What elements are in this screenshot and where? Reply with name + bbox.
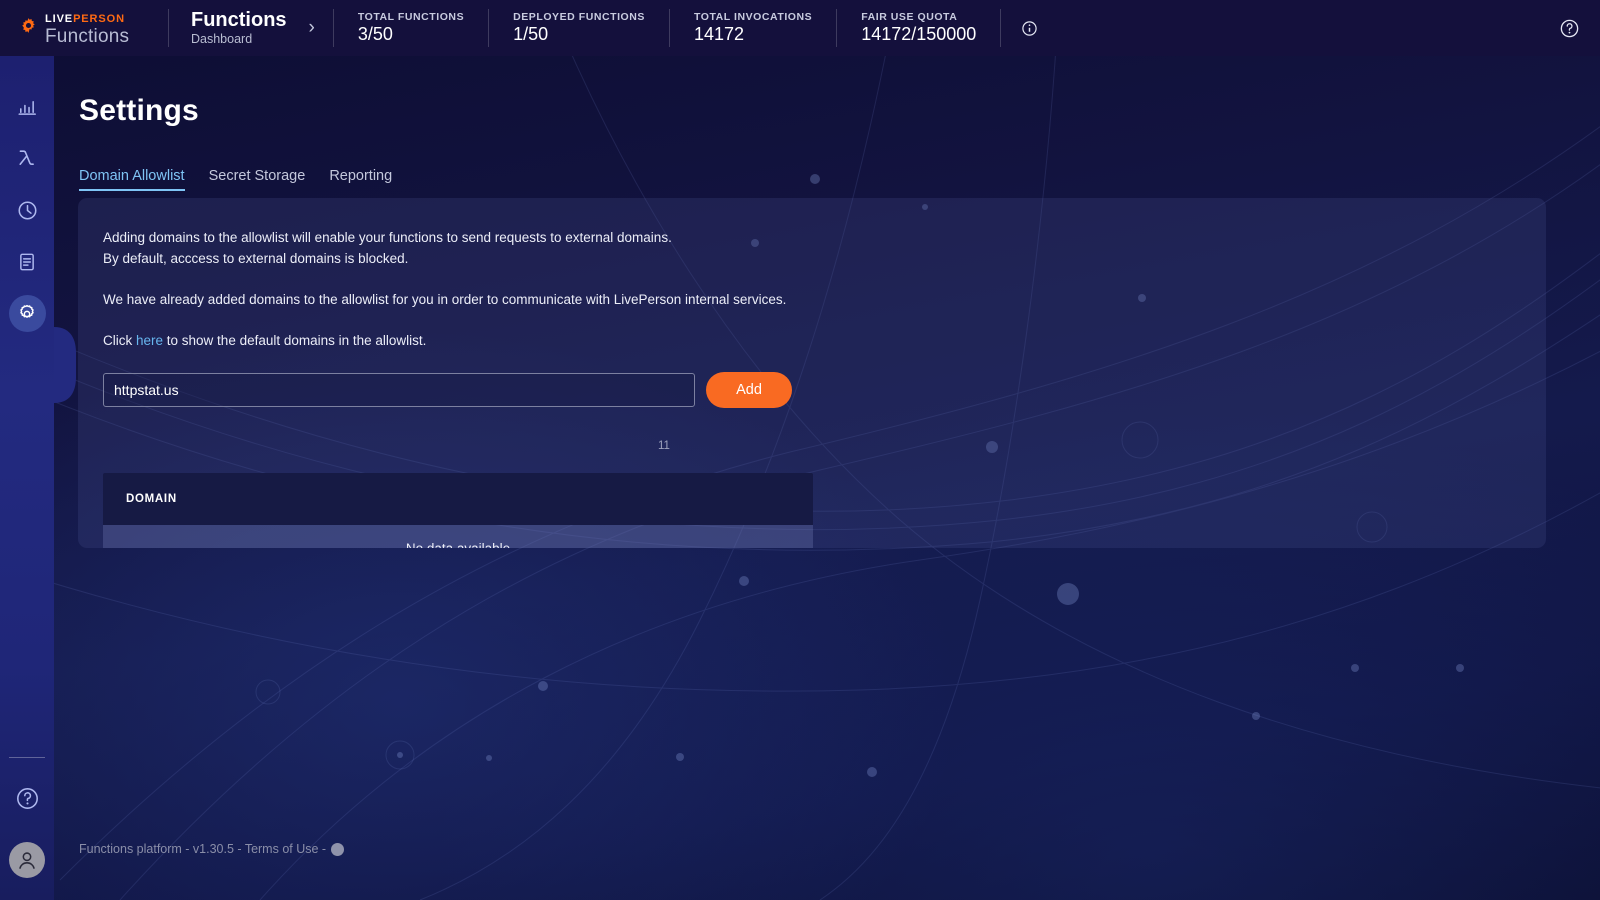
app-root: LIVEPERSON Functions Functions Dashboard…	[0, 0, 1600, 900]
sidebar-item-logs[interactable]	[0, 236, 54, 288]
brand-live-text: LIVE	[45, 13, 74, 25]
breadcrumb[interactable]: Functions Dashboard	[169, 9, 309, 46]
brand-logo[interactable]: LIVEPERSON Functions	[0, 10, 168, 46]
page-title: Settings	[79, 94, 199, 127]
character-counter: 11	[658, 440, 670, 452]
sidebar-item-help[interactable]	[0, 786, 54, 816]
add-domain-button[interactable]: Add	[706, 371, 792, 408]
brand-gear-icon	[20, 17, 37, 39]
top-bar: LIVEPERSON Functions Functions Dashboard…	[0, 0, 1600, 56]
stat-label: TOTAL FUNCTIONS	[357, 10, 465, 23]
brand-person-text: PERSON	[73, 13, 125, 25]
document-icon	[16, 251, 38, 273]
click-prefix-text: Click	[103, 332, 136, 348]
divider	[9, 757, 45, 758]
footer: Functions platform - v1.30.5 - Terms of …	[79, 842, 345, 856]
stat-label: TOTAL INVOCATIONS	[693, 10, 813, 23]
stat-fair-use-quota: FAIR USE QUOTA 14172/150000	[837, 11, 1000, 46]
clock-icon	[16, 199, 39, 222]
divider	[1000, 9, 1002, 47]
lambda-icon	[15, 146, 39, 170]
tab-domain-allowlist[interactable]: Domain Allowlist	[79, 168, 185, 191]
stat-label: DEPLOYED FUNCTIONS	[513, 10, 645, 23]
sidebar	[0, 56, 76, 900]
breadcrumb-title: Functions	[191, 9, 287, 32]
domain-table: DOMAIN No data available	[103, 473, 813, 548]
allowlist-internal-services-note: We have already added domains to the all…	[103, 291, 787, 307]
add-domain-row: Add	[103, 371, 1546, 408]
sidebar-item-history[interactable]	[0, 184, 54, 236]
stat-value: 3/50	[357, 23, 393, 44]
column-header-domain: DOMAIN	[126, 493, 177, 505]
footer-avatar-icon	[331, 842, 345, 856]
stat-total-functions: TOTAL FUNCTIONS 3/50	[334, 11, 488, 46]
allowlist-show-defaults-line: Click here to show the default domains i…	[103, 331, 1546, 352]
stat-value: 1/50	[513, 23, 549, 44]
sidebar-bottom	[0, 757, 54, 878]
tab-bar: Domain Allowlist Secret Storage Reportin…	[79, 168, 392, 191]
stat-total-invocations: TOTAL INVOCATIONS 14172	[670, 11, 836, 46]
footer-text: Functions platform - v1.30.5 - Terms of …	[79, 842, 327, 856]
domain-input[interactable]	[103, 372, 695, 407]
avatar[interactable]	[9, 842, 45, 878]
sidebar-nav	[0, 80, 54, 340]
stat-deployed-functions: DEPLOYED FUNCTIONS 1/50	[489, 11, 669, 46]
domain-allowlist-card: Adding domains to the allowlist will ena…	[78, 198, 1546, 548]
table-header-row: DOMAIN	[103, 473, 813, 525]
sidebar-item-functions[interactable]	[0, 132, 54, 184]
sidebar-item-settings[interactable]	[0, 288, 54, 340]
table-empty-message: No data available	[103, 525, 813, 548]
bar-chart-icon	[16, 95, 39, 118]
chevron-right-icon: ›	[308, 17, 315, 38]
help-circle-icon[interactable]	[1559, 18, 1580, 39]
stat-label: FAIR USE QUOTA	[861, 10, 958, 23]
tab-secret-storage[interactable]: Secret Storage	[209, 168, 306, 191]
breadcrumb-subtitle: Dashboard	[191, 31, 253, 46]
help-circle-icon	[15, 786, 40, 816]
sidebar-item-analytics[interactable]	[0, 80, 54, 132]
allowlist-description-line-2: By default, acccess to external domains …	[103, 250, 409, 266]
tab-reporting[interactable]: Reporting	[329, 168, 392, 191]
allowlist-description-line-1: Adding domains to the allowlist will ena…	[103, 230, 672, 245]
click-suffix-text: to show the default domains in the allow…	[163, 332, 427, 348]
stat-value: 14172	[693, 23, 745, 44]
info-circle-icon[interactable]	[1021, 20, 1038, 37]
gear-icon	[16, 303, 38, 325]
main-content: Settings Domain Allowlist Secret Storage…	[54, 56, 1600, 900]
stat-value: 14172/150000	[861, 23, 977, 44]
brand-product-text: Functions	[45, 26, 130, 47]
here-link[interactable]: here	[136, 333, 163, 348]
